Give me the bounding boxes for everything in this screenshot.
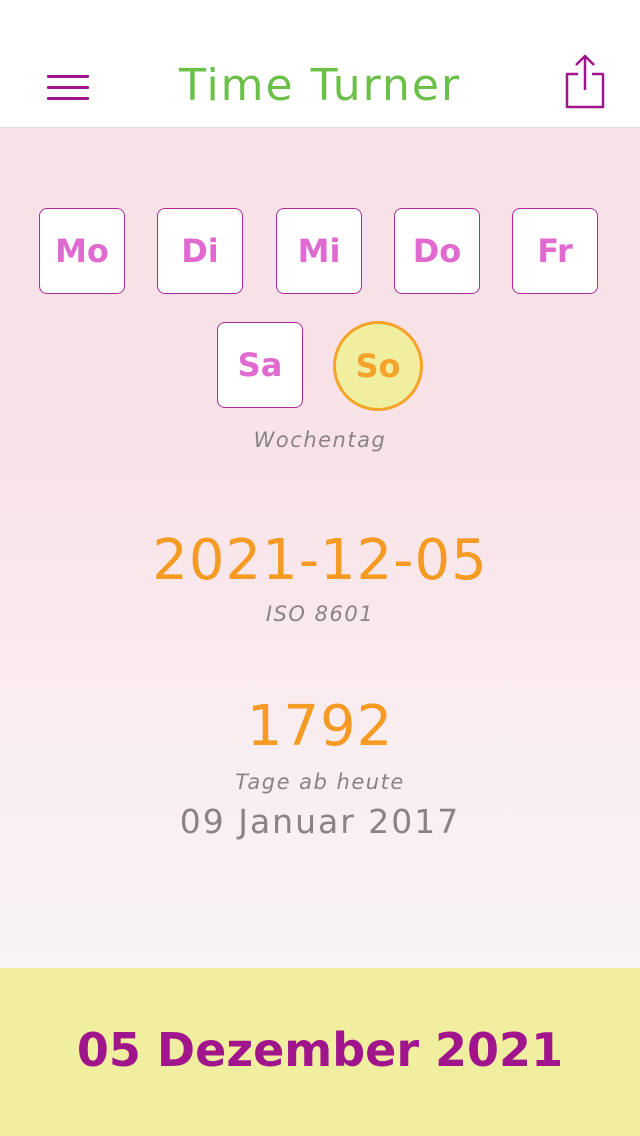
weekday-button-di[interactable]: Di — [157, 208, 243, 294]
weekday-button-so-selected[interactable]: So — [333, 321, 423, 411]
reference-date: 09 Januar 2017 — [179, 802, 461, 841]
iso-caption: ISO 8601 — [265, 602, 375, 626]
time-turner-app: Time Turner Mo Di Mi Do Fr Sa So Wochent… — [0, 0, 640, 1136]
iso-date-value: 2021-12-05 — [152, 528, 488, 593]
weekday-button-do[interactable]: Do — [394, 208, 480, 294]
selected-date-text: 05 Dezember 2021 — [76, 1023, 564, 1077]
weekday-button-mo[interactable]: Mo — [39, 208, 125, 294]
weekday-caption: Wochentag — [253, 428, 387, 452]
app-header: Time Turner — [0, 0, 640, 128]
app-title: Time Turner — [178, 60, 462, 111]
selected-date-footer[interactable]: 05 Dezember 2021 — [0, 968, 640, 1136]
share-icon-graphic — [565, 54, 605, 109]
weekday-button-sa[interactable]: Sa — [217, 322, 303, 408]
days-count-value: 1792 — [246, 694, 394, 759]
weekday-button-mi[interactable]: Mi — [276, 208, 362, 294]
share-icon[interactable] — [562, 52, 608, 112]
weekday-button-fr[interactable]: Fr — [512, 208, 598, 294]
main-panel: Mo Di Mi Do Fr Sa So Wochentag 2021-12-0… — [0, 128, 640, 968]
days-count-caption: Tage ab heute — [235, 770, 405, 794]
